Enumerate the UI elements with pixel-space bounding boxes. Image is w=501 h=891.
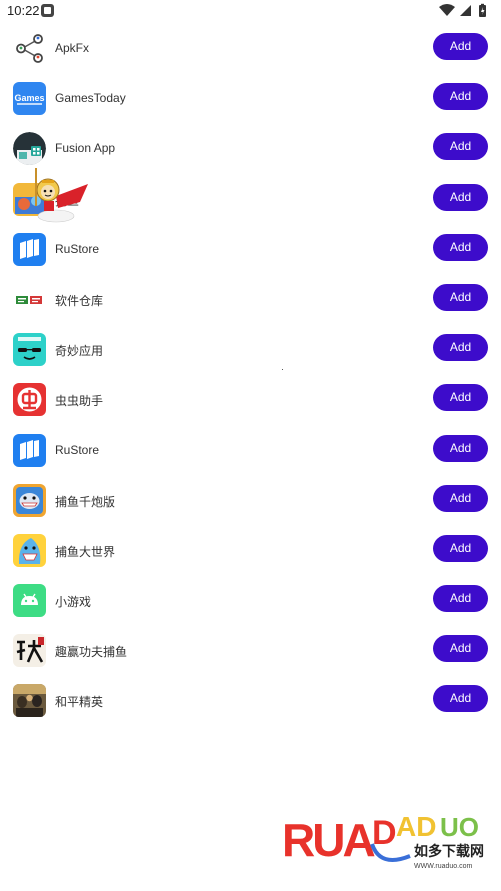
app-name: GamesToday	[55, 91, 126, 106]
app-name: 小游戏	[55, 595, 92, 610]
kungfu-icon	[13, 634, 46, 668]
stray-dot	[282, 369, 283, 370]
app-row-magic-app: 奇妙应用 Add	[0, 325, 501, 375]
app-name: Fusion App	[55, 141, 116, 156]
wifi-icon	[439, 4, 455, 16]
monkey-mascot-icon	[35, 168, 88, 223]
app-row-software-store: 软件仓库 Add	[0, 275, 501, 325]
app-row-gamestoday: Games GamesToday Add	[0, 74, 501, 124]
software-store-icon	[13, 282, 46, 316]
app-row-rustore: RuStore Add	[0, 225, 501, 275]
watermark-url: WWW.ruaduo.com	[414, 863, 473, 870]
app-name: RuStore	[55, 442, 100, 457]
add-button[interactable]: Add	[433, 434, 488, 462]
app-name: 捕鱼大世界	[55, 544, 116, 559]
pubg-icon	[13, 684, 46, 718]
add-button[interactable]: Add	[433, 83, 488, 111]
apkfx-share-icon	[13, 32, 46, 65]
fusion-app-icon	[13, 132, 46, 166]
rustore-icon	[13, 433, 46, 467]
svg-text:Games: Games	[14, 93, 44, 103]
status-time: 10:22	[7, 3, 40, 18]
svg-text:RUA: RUA	[282, 814, 374, 866]
app-name: 软件仓库	[55, 293, 104, 308]
app-row-rustore-2: RuStore Add	[0, 426, 501, 476]
svg-text:AD: AD	[396, 811, 436, 842]
add-button[interactable]: Add	[433, 484, 488, 512]
watermark-subtitle: 如多下载网	[414, 843, 484, 860]
magic-app-icon	[13, 333, 46, 367]
app-list: ApkFx Add Games GamesToday Add Fusion Ap…	[0, 24, 501, 727]
chongchong-icon	[13, 383, 46, 417]
svg-text:D: D	[372, 814, 397, 852]
app-row-shark-world: 捕鱼大世界 Add	[0, 526, 501, 576]
app-name: ApkFx	[55, 41, 90, 55]
svg-text:UO: UO	[440, 812, 479, 842]
ruaduo-watermark-logo: RUA D AD UO 如多下载网 WWW.ruaduo.com	[282, 811, 484, 870]
app-name: 捕鱼千炮版	[55, 494, 116, 509]
android-icon	[13, 584, 46, 618]
app-row-apkfx: ApkFx Add	[0, 24, 501, 74]
app-name: 虫虫助手	[55, 394, 104, 409]
add-button[interactable]: Add	[433, 233, 488, 261]
add-button[interactable]: Add	[433, 685, 488, 713]
app-row-mini-games: 小游戏 Add	[0, 576, 501, 626]
app-name: RuStore	[55, 241, 100, 256]
status-indicators	[439, 3, 486, 17]
add-button[interactable]: Add	[433, 635, 488, 663]
add-button[interactable]: Add	[433, 585, 488, 613]
add-button[interactable]: Add	[433, 283, 488, 311]
notification-app-icon	[41, 4, 54, 17]
app-row-chongchong: 虫虫助手 Add	[0, 375, 501, 425]
add-button[interactable]: Add	[433, 133, 488, 161]
app-name: 奇妙应用	[55, 344, 104, 359]
signal-icon	[460, 5, 471, 16]
add-button[interactable]: Add	[433, 183, 488, 211]
add-button[interactable]: Add	[433, 384, 488, 412]
add-button[interactable]: Add	[433, 334, 488, 362]
shark-fishing-icon	[13, 483, 46, 517]
status-bar: 10:22	[0, 0, 501, 22]
shark-world-icon	[13, 533, 46, 567]
add-button[interactable]: Add	[433, 534, 488, 562]
gamestoday-icon: Games	[13, 82, 46, 116]
app-name: 和平精英	[55, 695, 104, 710]
app-row-shark-fishing: 捕鱼千炮版 Add	[0, 476, 501, 526]
rustore-icon	[13, 232, 46, 266]
app-row-kungfu: 趣赢功夫捕鱼 Add	[0, 626, 501, 676]
app-name: 趣赢功夫捕鱼	[55, 645, 128, 660]
add-button[interactable]: Add	[433, 33, 488, 60]
app-row-pubg: 和平精英 Add	[0, 676, 501, 726]
